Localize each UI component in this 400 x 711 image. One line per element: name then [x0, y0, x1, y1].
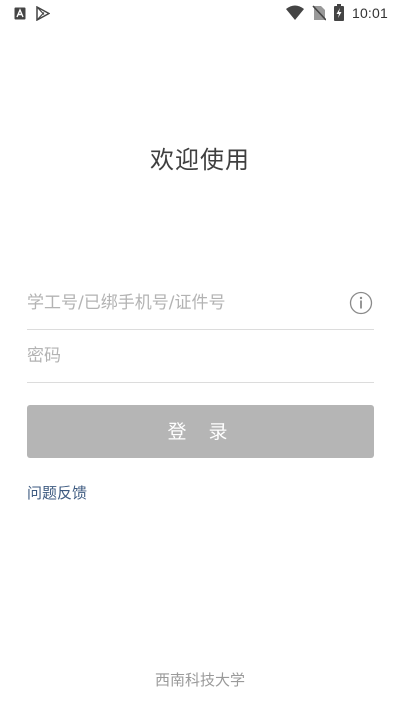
status-time: 10:01 — [351, 4, 388, 21]
info-icon[interactable] — [349, 291, 373, 315]
login-screen: 10:01 欢迎使用 登 录 问题反馈 西南科技大学 — [0, 0, 400, 711]
feedback-link[interactable]: 问题反馈 — [27, 482, 87, 503]
no-sim-icon — [312, 4, 326, 21]
battery-charging-icon — [333, 4, 344, 21]
wifi-icon — [285, 5, 304, 20]
footer-university-name: 西南科技大学 — [154, 671, 245, 689]
password-field-container — [27, 330, 374, 383]
welcome-title: 欢迎使用 — [150, 146, 250, 174]
username-field-container — [27, 277, 374, 330]
status-right: 10:01 — [285, 4, 388, 21]
status-left — [14, 6, 50, 21]
text-a-icon — [14, 7, 26, 20]
play-store-icon — [36, 6, 50, 21]
username-input[interactable] — [27, 277, 337, 329]
login-button[interactable]: 登 录 — [27, 405, 374, 458]
status-bar: 10:01 — [0, 0, 400, 28]
password-input[interactable] — [27, 330, 337, 382]
